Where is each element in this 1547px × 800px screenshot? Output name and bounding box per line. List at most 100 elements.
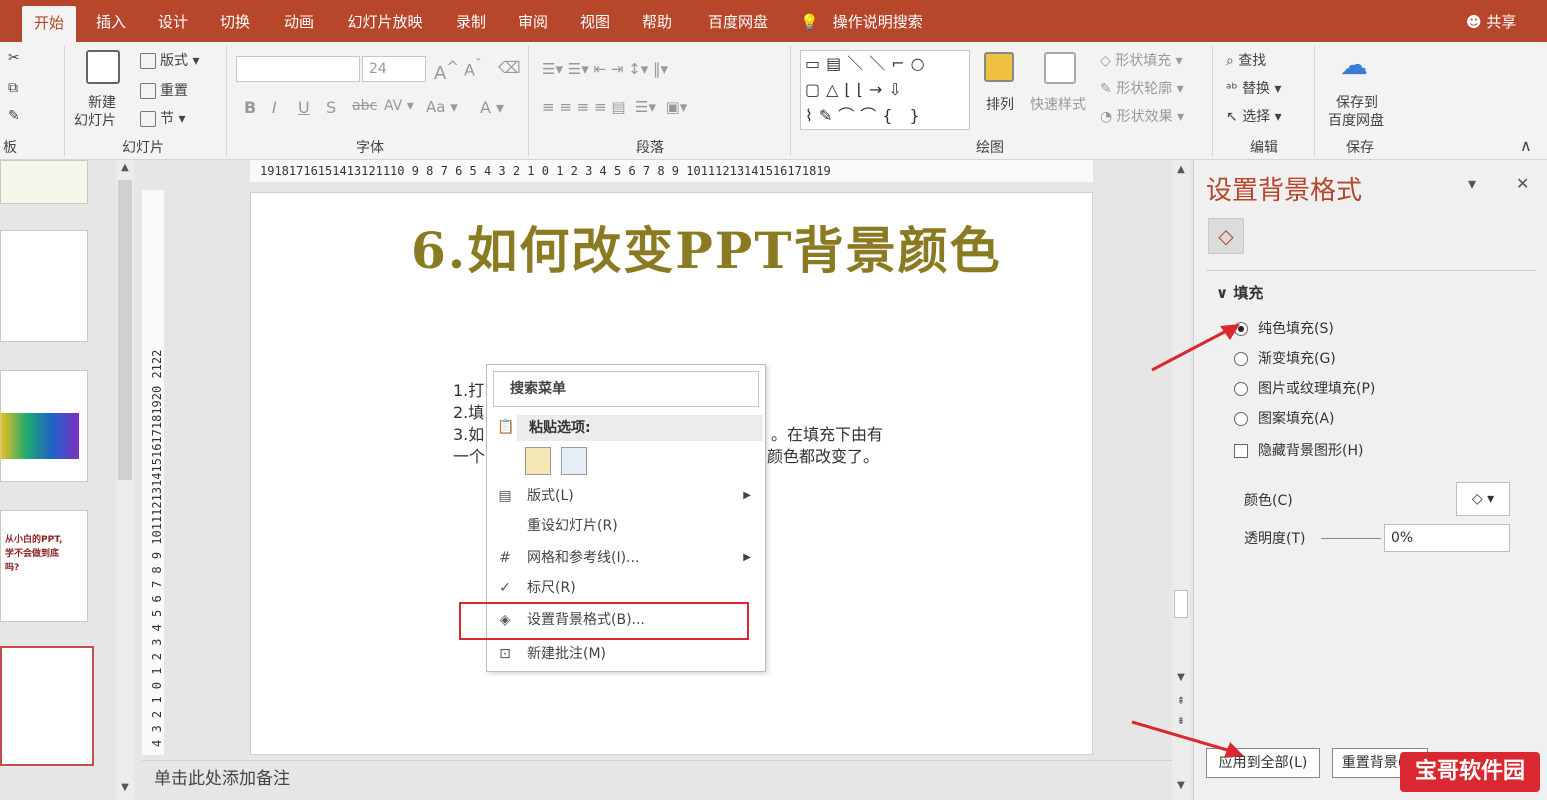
section-button[interactable]: 节 ▾ <box>140 108 185 128</box>
slide-thumbnail-3[interactable] <box>0 370 88 482</box>
body-line-1[interactable]: 1.打 <box>453 377 484 401</box>
thumbnails-scrollbar[interactable]: ▲ ▼ <box>116 160 134 800</box>
prev-slide-icon[interactable]: ⇞ <box>1172 694 1190 710</box>
tab-insert[interactable]: 插入 <box>88 8 134 36</box>
color-picker-button[interactable]: ◇ ▾ <box>1456 482 1510 516</box>
bullets-icon[interactable]: ☰▾ ☰▾ ⇤ ⇥ ↕▾ ‖▾ <box>542 60 668 78</box>
shape-fill-button[interactable]: ◇ 形状填充 ▾ <box>1100 50 1183 70</box>
change-case-icon[interactable]: Aa ▾ <box>426 98 458 116</box>
underline-icon[interactable]: U <box>298 98 310 117</box>
menu-item-layout[interactable]: ▤ 版式(L) ▶ <box>487 481 765 511</box>
shape-effects-button[interactable]: ◔ 形状效果 ▾ <box>1100 106 1184 126</box>
collapse-ribbon-icon[interactable]: ∧ <box>1520 136 1532 155</box>
body-line-2[interactable]: 2.填 <box>453 399 484 423</box>
find-button[interactable]: ⌕ 查找 <box>1226 50 1266 70</box>
baidu-cloud-icon[interactable]: ☁ <box>1340 48 1368 81</box>
replace-button[interactable]: ᵃᵇ 替换 ▾ <box>1226 78 1281 98</box>
body-line-4-right[interactable]: 颜色都改变了。 <box>767 443 879 467</box>
body-line-4[interactable]: 一个 <box>453 443 485 467</box>
font-size-field[interactable]: 24 <box>362 56 426 82</box>
reset-button[interactable]: 重置 <box>140 80 188 100</box>
align-icon[interactable]: ≡ ≡ ≡ ≡ ▤ ☰▾ ▣▾ <box>542 98 687 116</box>
scroll-thumb[interactable] <box>118 180 132 480</box>
menu-item-reset-slide[interactable]: 重设幻灯片(R) <box>487 511 765 541</box>
slide-thumbnail-5-selected[interactable] <box>0 646 94 766</box>
radio-label: 渐变填充(G) <box>1258 351 1336 367</box>
tab-review[interactable]: 审阅 <box>510 8 556 36</box>
tab-slideshow[interactable]: 幻灯片放映 <box>340 8 430 36</box>
checkbox-hide-background-graphics[interactable]: 隐藏背景图形(H) <box>1234 440 1363 462</box>
scroll-down-icon[interactable]: ▼ <box>1172 670 1190 686</box>
shadow-icon[interactable]: S <box>326 98 336 117</box>
radio-button[interactable] <box>1234 382 1248 396</box>
radio-pattern-fill[interactable]: 图案填充(A) <box>1234 408 1335 430</box>
save-to-label-1[interactable]: 保存到 <box>1336 92 1378 112</box>
tab-baidu-netdisk[interactable]: 百度网盘 <box>698 8 778 36</box>
shrink-font-icon[interactable]: Aˇ <box>464 58 482 79</box>
new-slide-label-1[interactable]: 新建 <box>88 92 116 112</box>
char-spacing-icon[interactable]: AV ▾ <box>384 98 414 114</box>
cut-icon[interactable]: ✂ <box>8 50 20 66</box>
scroll-down-icon[interactable]: ▼ <box>1172 778 1190 794</box>
checkbox[interactable] <box>1234 444 1248 458</box>
tab-home[interactable]: 开始 <box>22 6 76 42</box>
scroll-thumb[interactable] <box>1174 590 1188 618</box>
copy-icon[interactable]: ⧉ <box>8 80 18 96</box>
scroll-up-icon[interactable]: ▲ <box>1172 162 1190 178</box>
font-name-field[interactable] <box>236 56 360 82</box>
radio-solid-fill[interactable]: 纯色填充(S) <box>1234 318 1334 340</box>
scroll-down-icon[interactable]: ▼ <box>116 780 134 796</box>
quick-styles-icon[interactable] <box>1044 52 1076 84</box>
tell-me-search[interactable]: 💡 操作说明搜索 <box>800 8 923 36</box>
transparency-input[interactable]: 0% <box>1384 524 1510 552</box>
menu-item-label: 版式(L) <box>527 488 574 504</box>
menu-item-grid-guides[interactable]: # 网格和参考线(I)... ▶ <box>487 543 765 573</box>
new-slide-icon[interactable] <box>86 50 120 84</box>
slide-thumbnail-2[interactable] <box>0 230 88 342</box>
share-button[interactable]: ☻ 共享 <box>1466 8 1516 36</box>
new-slide-label-2[interactable]: 幻灯片 <box>74 110 116 130</box>
radio-gradient-fill[interactable]: 渐变填充(G) <box>1234 348 1336 370</box>
tab-view[interactable]: 视图 <box>572 8 618 36</box>
paste-option-picture-icon[interactable] <box>561 447 587 475</box>
font-color-icon[interactable]: A ▾ <box>480 98 504 117</box>
tab-transitions[interactable]: 切换 <box>212 8 258 36</box>
shapes-gallery[interactable]: ▭▤＼＼⌐○ ▢△⌊⌊→⇩ ⌇✎⌒⌒{ } <box>800 50 970 130</box>
transparency-slider[interactable] <box>1321 538 1381 539</box>
body-line-3-right[interactable]: 。在填充下由有 <box>771 421 883 445</box>
strikethrough-icon[interactable]: abc <box>352 98 377 114</box>
body-line-3[interactable]: 3.如 <box>453 421 484 445</box>
bold-icon[interactable]: B <box>244 98 256 117</box>
arrange-icon[interactable] <box>984 52 1014 82</box>
paste-option-keep-format-icon[interactable] <box>525 447 551 475</box>
clear-format-icon[interactable]: ⌫ <box>498 58 521 77</box>
arrange-button[interactable]: 排列 <box>986 94 1014 114</box>
layout-button[interactable]: 版式 ▾ <box>140 50 199 70</box>
menu-item-new-comment[interactable]: ⊡ 新建批注(M) <box>487 639 765 669</box>
radio-picture-fill[interactable]: 图片或纹理填充(P) <box>1234 378 1375 400</box>
quick-styles-button[interactable]: 快速样式 <box>1030 94 1086 114</box>
notes-placeholder[interactable]: 单击此处添加备注 <box>142 760 1172 800</box>
tab-design[interactable]: 设计 <box>150 8 196 36</box>
slide-thumbnail-1[interactable] <box>0 160 88 204</box>
tab-animations[interactable]: 动画 <box>274 8 324 36</box>
tab-help[interactable]: 帮助 <box>634 8 680 36</box>
context-menu-search[interactable]: 搜索菜单 <box>493 371 759 407</box>
shape-outline-button[interactable]: ✎ 形状轮廓 ▾ <box>1100 78 1184 98</box>
scroll-up-icon[interactable]: ▲ <box>116 160 134 176</box>
select-button[interactable]: ↖ 选择 ▾ <box>1226 106 1282 126</box>
canvas-scrollbar[interactable]: ▲ ▼ ⇞ ⇟ ▼ <box>1172 160 1190 800</box>
close-icon[interactable]: ✕ <box>1516 174 1529 193</box>
italic-icon[interactable]: I <box>272 98 277 117</box>
fill-section-header[interactable]: ∨ 填充 <box>1216 282 1263 303</box>
radio-button[interactable] <box>1234 412 1248 426</box>
slide-title[interactable]: 6.如何改变PPT背景颜色 <box>411 211 1002 283</box>
save-to-label-2[interactable]: 百度网盘 <box>1328 110 1384 130</box>
slide-thumbnail-4[interactable]: 从小白的PPT, 学不会做到底 吗? <box>0 510 88 622</box>
grow-font-icon[interactable]: A^ <box>434 58 459 84</box>
format-painter-icon[interactable]: ✎ <box>8 108 20 124</box>
tab-record[interactable]: 录制 <box>448 8 494 36</box>
menu-item-ruler[interactable]: ✓ 标尺(R) <box>487 573 765 603</box>
pane-options-chevron-icon[interactable]: ▾ <box>1468 174 1476 193</box>
fill-tab-paint-bucket-icon[interactable]: ◇ <box>1208 218 1244 254</box>
